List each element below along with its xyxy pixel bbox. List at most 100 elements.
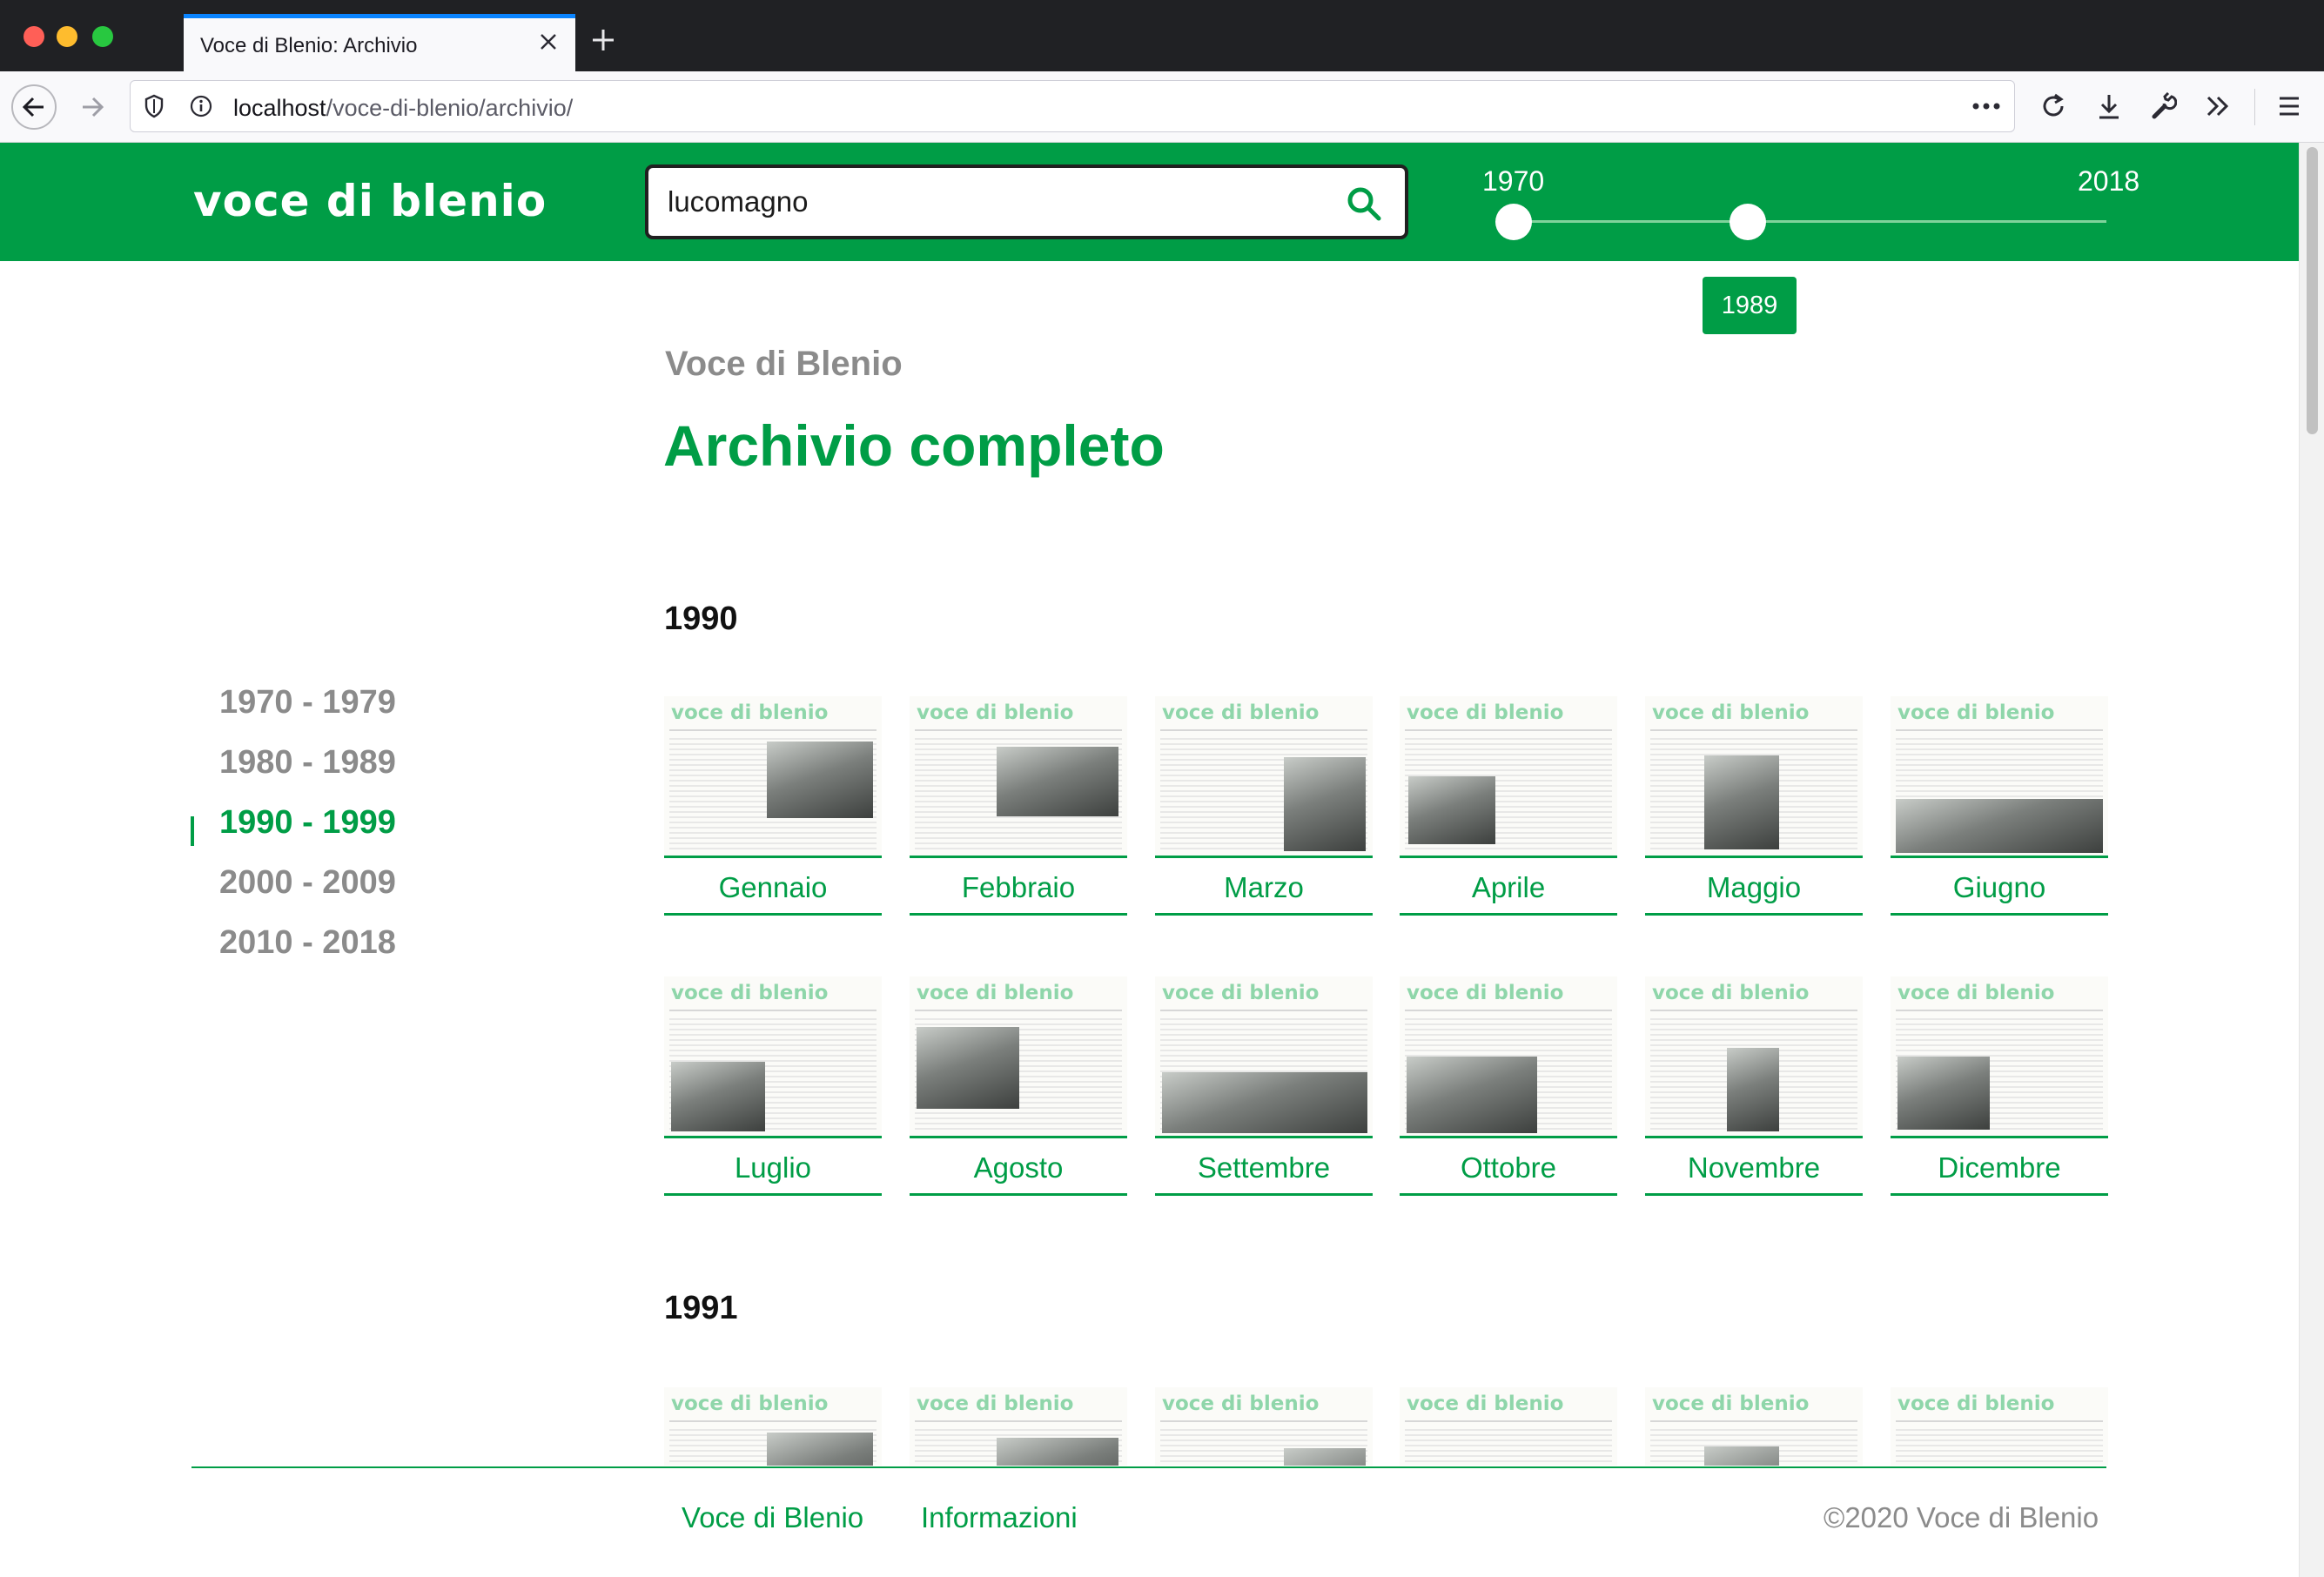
search-box[interactable]	[645, 164, 1408, 239]
newspaper-thumbnail[interactable]: voce di blenio	[1645, 696, 1863, 858]
month-label[interactable]: Aprile	[1400, 869, 1617, 916]
month-card[interactable]: voce di blenio	[664, 1387, 882, 1466]
month-label[interactable]: Settembre	[1155, 1149, 1373, 1196]
slider-max-handle[interactable]	[1730, 204, 1766, 240]
month-card[interactable]: voce di blenio	[1155, 1387, 1373, 1466]
more-icon[interactable]	[1969, 91, 2004, 121]
decade-link-2000s[interactable]: 2000 - 2009	[219, 864, 396, 902]
newspaper-thumbnail[interactable]: voce di blenio	[1155, 1387, 1373, 1466]
site-logo[interactable]: voce di blenio	[193, 176, 547, 226]
newspaper-thumbnail[interactable]: voce di blenio	[1645, 1387, 1863, 1466]
newspaper-thumbnail[interactable]: voce di blenio	[664, 976, 882, 1138]
slider-max-label: 2018	[2078, 165, 2140, 197]
month-label[interactable]: Ottobre	[1400, 1149, 1617, 1196]
address-bar[interactable]: localhost/voce-di-blenio/archivio/	[130, 80, 2015, 132]
month-label[interactable]: Marzo	[1155, 869, 1373, 916]
download-icon[interactable]	[2092, 89, 2126, 124]
thumbnail-text-columns	[1896, 1429, 2103, 1466]
forward-arrow-icon[interactable]	[70, 84, 115, 130]
thumbnail-photo	[1407, 1057, 1537, 1133]
slider-min-handle[interactable]	[1495, 204, 1532, 240]
newspaper-thumbnail[interactable]: voce di blenio	[910, 976, 1127, 1138]
month-label[interactable]: Gennaio	[664, 869, 882, 916]
month-card[interactable]: voce di blenio Settembre	[1155, 976, 1373, 1196]
thumbnail-photo	[997, 747, 1118, 816]
newspaper-thumbnail[interactable]: voce di blenio	[1891, 976, 2108, 1138]
newspaper-thumbnail[interactable]: voce di blenio	[1400, 1387, 1617, 1466]
month-card[interactable]: voce di blenio	[1400, 1387, 1617, 1466]
newspaper-thumbnail[interactable]: voce di blenio	[1645, 976, 1863, 1138]
thumbnail-rule	[1896, 1420, 2103, 1422]
month-label[interactable]: Luglio	[664, 1149, 882, 1196]
month-card[interactable]: voce di blenio Febbraio	[910, 696, 1127, 916]
thumbnail-photo	[1897, 1057, 1990, 1130]
back-arrow-icon[interactable]	[11, 84, 57, 130]
newspaper-thumbnail[interactable]: voce di blenio	[910, 696, 1127, 858]
url-text[interactable]: localhost/voce-di-blenio/archivio/	[233, 95, 573, 122]
newspaper-thumbnail[interactable]: voce di blenio	[1891, 696, 2108, 858]
newspaper-thumbnail[interactable]: voce di blenio	[1155, 696, 1373, 858]
search-icon[interactable]	[1344, 184, 1384, 224]
newspaper-thumbnail[interactable]: voce di blenio	[1155, 976, 1373, 1138]
info-icon[interactable]	[188, 93, 214, 119]
month-card[interactable]: voce di blenio Aprile	[1400, 696, 1617, 916]
newspaper-thumbnail[interactable]: voce di blenio	[910, 1387, 1127, 1466]
minimize-window-button[interactable]	[57, 26, 77, 47]
thumbnail-masthead: voce di blenio	[1407, 701, 1564, 724]
thumbnail-rule	[1160, 729, 1367, 731]
year-heading-1990: 1990	[664, 601, 738, 637]
close-window-button[interactable]	[24, 26, 44, 47]
month-card[interactable]: voce di blenio Luglio	[664, 976, 882, 1196]
decade-link-1980s[interactable]: 1980 - 1989	[219, 744, 396, 782]
month-card[interactable]: voce di blenio	[1891, 1387, 2108, 1466]
thumbnail-rule	[1160, 1010, 1367, 1011]
footer-link-info[interactable]: Informazioni	[921, 1501, 1078, 1534]
month-card[interactable]: voce di blenio Novembre	[1645, 976, 1863, 1196]
decade-link-1990s[interactable]: 1990 - 1999	[219, 804, 396, 842]
scrollbar-thumb[interactable]	[2307, 147, 2318, 434]
month-label[interactable]: Maggio	[1645, 869, 1863, 916]
thumbnail-masthead: voce di blenio	[917, 1392, 1074, 1415]
thumbnail-photo	[767, 1433, 873, 1466]
month-label[interactable]: Giugno	[1891, 869, 2108, 916]
month-card[interactable]: voce di blenio Marzo	[1155, 696, 1373, 916]
search-input[interactable]	[668, 182, 1347, 222]
newspaper-thumbnail[interactable]: voce di blenio	[1891, 1387, 2108, 1466]
footer-link-home[interactable]: Voce di Blenio	[682, 1501, 863, 1534]
month-card[interactable]: voce di blenio Agosto	[910, 976, 1127, 1196]
thumbnail-rule	[915, 1420, 1122, 1422]
month-label[interactable]: Agosto	[910, 1149, 1127, 1196]
browser-titlebar: Voce di Blenio: Archivio	[0, 0, 2324, 71]
month-card[interactable]: voce di blenio Ottobre	[1400, 976, 1617, 1196]
decade-link-1970s[interactable]: 1970 - 1979	[219, 684, 396, 721]
newspaper-thumbnail[interactable]: voce di blenio	[1400, 976, 1617, 1138]
newspaper-thumbnail[interactable]: voce di blenio	[1400, 696, 1617, 858]
month-card[interactable]: voce di blenio Maggio	[1645, 696, 1863, 916]
month-card[interactable]: voce di blenio Dicembre	[1891, 976, 2108, 1196]
chevrons-icon[interactable]	[2200, 89, 2235, 124]
month-label[interactable]: Novembre	[1645, 1149, 1863, 1196]
reload-icon[interactable]	[2036, 89, 2071, 124]
thumbnail-rule	[915, 729, 1122, 731]
menu-icon[interactable]	[2272, 89, 2307, 124]
month-card[interactable]: voce di blenio	[1645, 1387, 1863, 1466]
newspaper-thumbnail[interactable]: voce di blenio	[664, 696, 882, 858]
decade-link-2010s[interactable]: 2010 - 2018	[219, 924, 396, 962]
month-card[interactable]: voce di blenio	[910, 1387, 1127, 1466]
month-card[interactable]: voce di blenio Giugno	[1891, 696, 2108, 916]
page-scrollbar[interactable]	[2299, 143, 2324, 1577]
plus-icon[interactable]	[586, 23, 621, 57]
tab-title: Voce di Blenio: Archivio	[200, 34, 418, 57]
maximize-window-button[interactable]	[92, 26, 113, 47]
year-heading-1991: 1991	[664, 1290, 738, 1326]
wrench-icon[interactable]	[2146, 89, 2180, 124]
close-icon[interactable]	[534, 27, 563, 57]
year-range-slider-track[interactable]	[1513, 220, 2106, 223]
browser-tab[interactable]: Voce di Blenio: Archivio	[184, 14, 575, 71]
month-label[interactable]: Dicembre	[1891, 1149, 2108, 1196]
month-card[interactable]: voce di blenio Gennaio	[664, 696, 882, 916]
shield-icon[interactable]	[141, 93, 167, 119]
thumbnail-masthead: voce di blenio	[1652, 982, 1810, 1004]
newspaper-thumbnail[interactable]: voce di blenio	[664, 1387, 882, 1466]
month-label[interactable]: Febbraio	[910, 869, 1127, 916]
